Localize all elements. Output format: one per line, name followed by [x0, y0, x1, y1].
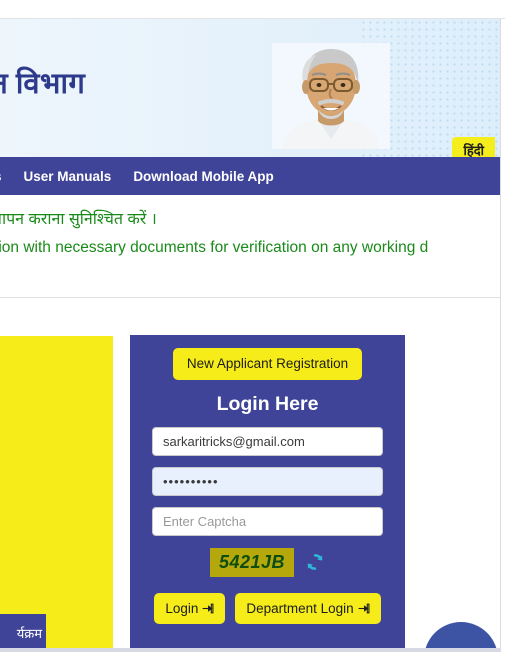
department-login-button-label: Department Login	[246, 600, 354, 616]
main-navigation: s User Manuals Download Mobile App	[0, 157, 500, 195]
page-right-edge	[500, 19, 505, 652]
notice-text-english: e application with necessary documents f…	[0, 239, 429, 256]
left-panel-footer-label: र्यक्रम	[0, 614, 46, 652]
nav-item-download-mobile-app[interactable]: Download Mobile App	[133, 169, 273, 184]
captcha-input[interactable]	[152, 506, 383, 536]
notice-text-hindi: र दस्तावेजों का सत्यापन कराना सुनिश्चित …	[0, 211, 157, 228]
left-yellow-panel: र्यक्रम	[0, 336, 113, 652]
page-viewport: ाधन विभाग	[0, 0, 505, 652]
language-toggle-hindi[interactable]: हिंदी	[452, 137, 495, 157]
notice-banner: र दस्तावेजों का सत्यापन कराना सुनिश्चित …	[0, 195, 500, 298]
login-heading: Login Here	[216, 392, 319, 415]
login-button-row: Login Department Login	[152, 592, 383, 624]
sign-in-icon	[202, 603, 214, 614]
chief-minister-portrait	[272, 43, 390, 149]
site-header: ाधन विभाग	[0, 19, 500, 157]
page-top-strip	[0, 0, 505, 19]
department-login-button[interactable]: Department Login	[235, 592, 381, 624]
password-field[interactable]	[152, 466, 383, 496]
nav-item-user-manuals[interactable]: User Manuals	[24, 169, 112, 184]
nav-item-clipped[interactable]: s	[0, 169, 2, 184]
captcha-row: 5421JB	[152, 547, 383, 577]
refresh-icon[interactable]	[305, 552, 325, 572]
email-field[interactable]	[152, 426, 383, 456]
sign-in-icon	[358, 603, 370, 614]
login-button[interactable]: Login	[154, 592, 226, 624]
page-bottom-edge	[0, 648, 500, 652]
new-applicant-registration-button[interactable]: New Applicant Registration	[172, 348, 363, 380]
captcha-image: 5421JB	[210, 547, 294, 577]
site-title: ाधन विभाग	[0, 68, 86, 100]
login-button-label: Login	[165, 600, 199, 616]
login-panel: New Applicant Registration Login Here 54…	[130, 335, 405, 652]
